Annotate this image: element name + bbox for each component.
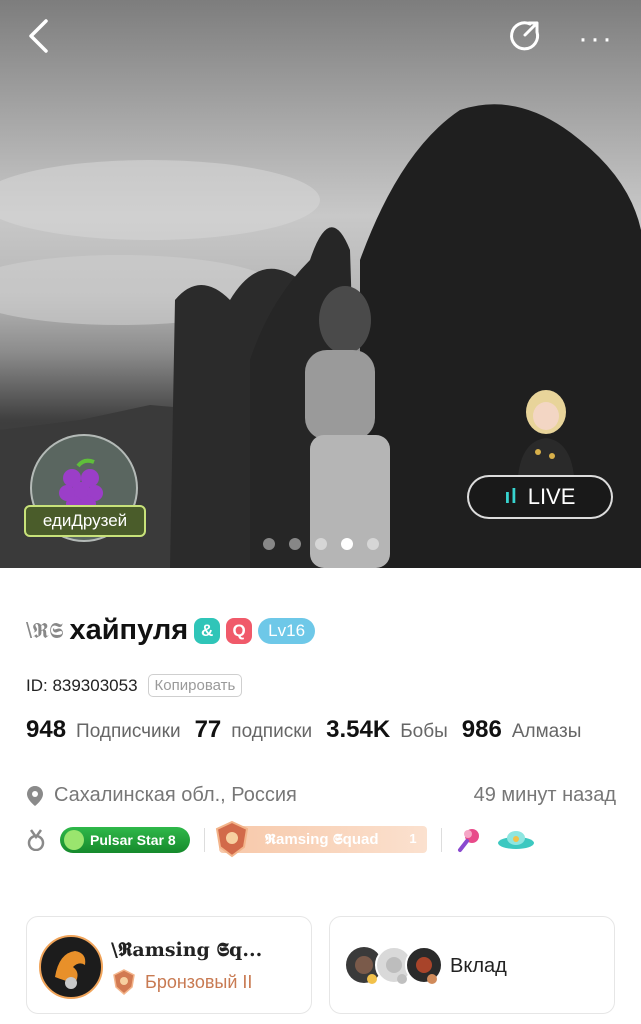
pager-dot[interactable] [288, 538, 301, 550]
contribution-label: Вклад [450, 955, 507, 977]
family-rank-label: Бронзовый II [145, 971, 253, 992]
live-button[interactable]: ıl LIVE [467, 475, 613, 519]
location-row: Сахалинская обл., Россия 49 минут назад [26, 784, 616, 807]
location-pin-icon [27, 785, 43, 806]
friend-icon: & [194, 617, 221, 644]
squad-number: 1 [409, 831, 417, 846]
back-button[interactable] [26, 18, 52, 59]
copy-id-button[interactable]: Копировать [147, 674, 243, 697]
bronze-rank-icon [113, 969, 135, 995]
pulsar-star-badge[interactable]: Pulsar Star 8 [60, 826, 190, 853]
location-text: Сахалинская обл., Россия [54, 784, 297, 806]
badges-row: Pulsar Star 8 𝕽amsing 𝕾quad 1 [26, 820, 536, 858]
name-prefix: \𝕽𝕾 [26, 617, 64, 643]
squad-shield-icon [215, 820, 248, 858]
pager-dot[interactable] [314, 538, 327, 550]
divider [203, 827, 205, 852]
user-id: ID: 839303053 [26, 675, 138, 695]
squad-label: 𝕽amsing 𝕾quad [264, 831, 379, 848]
avatar-3d-icon[interactable] [512, 386, 580, 476]
id-row: ID: 839303053 Копировать [26, 674, 243, 697]
stats-row: 948 Подписчики 77 подписки 3.54K Бобы 98… [26, 716, 585, 744]
following-label[interactable]: подписки [231, 721, 312, 743]
beans-label: Бобы [400, 721, 448, 742]
diamonds-label: Алмазы [511, 721, 582, 742]
contribution-card[interactable]: Вклад [329, 916, 615, 1014]
dragon-logo-icon [55, 951, 86, 989]
chevron-left-icon [29, 19, 48, 53]
family-card[interactable]: \𝕽amsing 𝕾q... Бронзовый II [26, 916, 312, 1014]
diamonds-count: 986 [461, 716, 502, 743]
profile-name-row: \𝕽𝕾 хайпуля & Q Lv16 [26, 614, 316, 647]
live-label: LIVE [527, 484, 576, 509]
family-logo [39, 935, 103, 999]
pager-dot[interactable] [366, 538, 379, 550]
squad-badge[interactable]: 𝕽amsing 𝕾quad 1 [215, 820, 427, 858]
divider [440, 827, 442, 852]
photo-pager[interactable] [0, 538, 641, 550]
beans-count: 3.54K [326, 716, 391, 743]
pager-dot[interactable] [262, 538, 275, 550]
level-badge: Lv16 [258, 617, 316, 644]
live-bars-icon: ıl [504, 485, 518, 508]
profile-name: хайпуля [69, 614, 189, 646]
family-badge-label: едиДрузей [24, 505, 146, 537]
ufo-gift-icon[interactable] [496, 827, 536, 853]
share-icon [510, 21, 540, 51]
followers-count[interactable]: 948 [26, 716, 66, 744]
more-options-button[interactable]: ··· [578, 22, 614, 56]
cover-photo[interactable]: ··· едиДрузей ıl LIVE [0, 0, 641, 568]
share-button[interactable] [508, 18, 542, 57]
gender-female-icon: Q [226, 617, 253, 644]
pager-dot-active[interactable] [340, 538, 353, 550]
followers-label[interactable]: Подписчики [76, 721, 181, 743]
candy-gift-icon[interactable] [456, 827, 482, 853]
top-contributors-avatars [346, 946, 443, 984]
family-name: \𝕽amsing 𝕾q... [111, 939, 263, 961]
family-rank: Бронзовый II [111, 969, 252, 995]
following-count[interactable]: 77 [195, 716, 222, 744]
medal-icon[interactable] [26, 828, 46, 851]
last-seen-text: 49 минут назад [473, 784, 616, 806]
